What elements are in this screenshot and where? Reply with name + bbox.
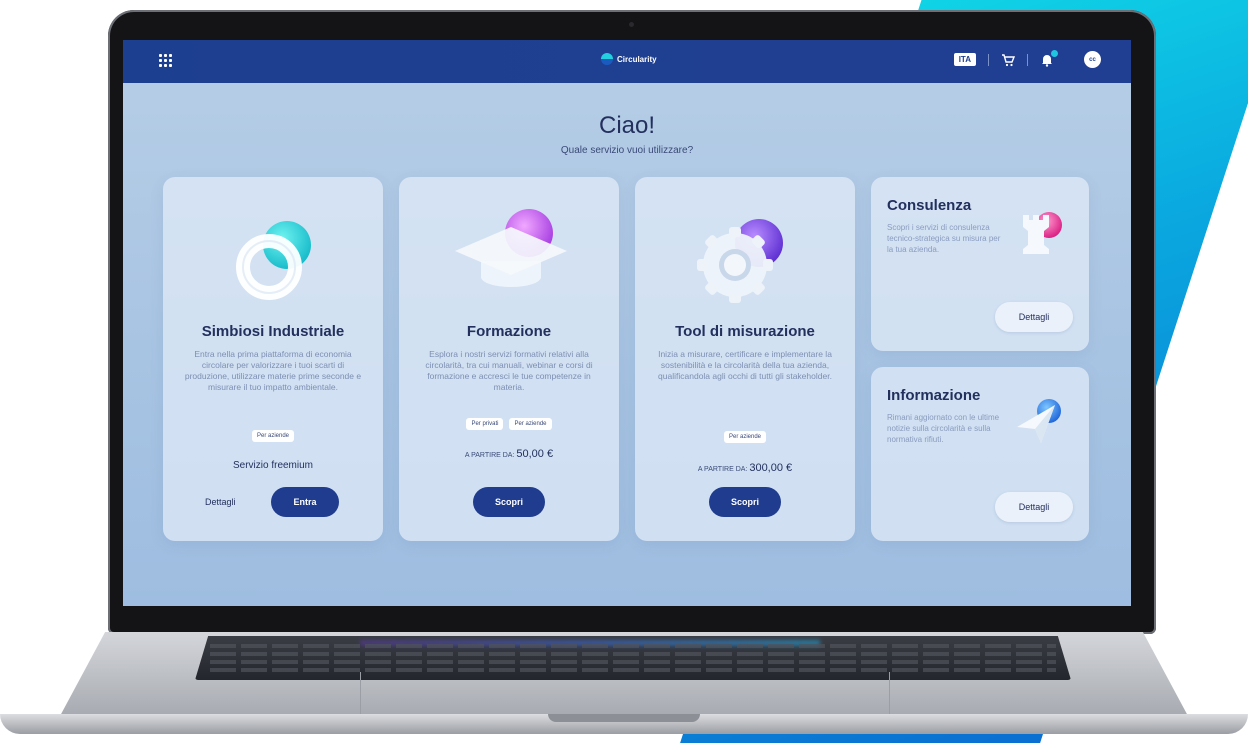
card-description: Entra nella prima piattaforma di economi… xyxy=(184,349,362,392)
stage: Circularity ITA cc Ciao! Quale servizio … xyxy=(0,0,1248,743)
discover-button[interactable]: Scopri xyxy=(473,487,545,517)
service-note: Servizio freemium xyxy=(232,460,314,471)
paper-plane-icon xyxy=(1017,399,1061,443)
chess-rook-icon xyxy=(1023,212,1062,254)
price-value: 300,00 € xyxy=(749,462,793,474)
tag-chip: Per aziende xyxy=(251,430,295,442)
bell-icon[interactable] xyxy=(1040,49,1058,67)
card-description: Esplora i nostri servizi formativi relat… xyxy=(425,349,593,392)
service-card-formazione: Formazione Esplora i nostri servizi form… xyxy=(399,177,619,541)
details-link[interactable]: Dettagli xyxy=(205,497,236,507)
gear-icon xyxy=(697,219,783,303)
price-prefix: A PARTIRE DA: xyxy=(464,452,515,459)
top-bar: Circularity ITA cc xyxy=(123,40,1131,83)
laptop-screen: Circularity ITA cc Ciao! Quale servizio … xyxy=(123,40,1131,606)
details-button[interactable]: Dettagli xyxy=(995,492,1073,522)
brand[interactable]: Circularity xyxy=(601,53,657,65)
price: A PARTIRE DA: 50,00 € xyxy=(399,448,619,460)
brand-logo-icon xyxy=(601,53,613,65)
tag-list: Per aziende xyxy=(163,430,383,442)
divider xyxy=(1027,53,1028,66)
brand-name: Circularity xyxy=(617,54,657,64)
tag-chip: Per aziende xyxy=(723,431,767,443)
card-title: Consulenza xyxy=(887,197,972,214)
page-subtitle: Quale servizio vuoi utilizzare? xyxy=(560,145,694,156)
divider xyxy=(988,53,989,66)
discover-button[interactable]: Scopri xyxy=(709,487,781,517)
card-description: Rimani aggiornato con le ultime notizie … xyxy=(887,413,1000,444)
price: A PARTIRE DA: 300,00 € xyxy=(635,462,855,474)
top-bar-actions: ITA cc xyxy=(953,49,1101,68)
cart-icon[interactable] xyxy=(1001,53,1016,67)
card-description: Inizia a misurare, certificare e impleme… xyxy=(658,349,832,381)
card-title: Simbiosi Industriale xyxy=(201,323,345,340)
apps-grid-icon[interactable] xyxy=(159,54,175,70)
avatar[interactable]: cc xyxy=(1084,51,1101,68)
graduation-cap-icon xyxy=(455,209,567,287)
notification-badge xyxy=(1051,49,1058,57)
key-row xyxy=(210,644,1056,648)
side-card-consulenza: Consulenza Scopri i servizi di consulenz… xyxy=(871,177,1089,351)
price-value: 50,00 € xyxy=(516,448,554,460)
page-title: Ciao! xyxy=(598,112,656,139)
laptop-base xyxy=(0,632,1248,743)
laptop-notch xyxy=(548,714,700,722)
laptop-camera xyxy=(629,22,634,27)
details-button[interactable]: Dettagli xyxy=(995,302,1073,332)
card-title: Informazione xyxy=(887,387,981,404)
trackpad xyxy=(360,672,890,716)
service-card-simbiosi: Simbiosi Industriale Entra nella prima p… xyxy=(163,177,383,541)
tag-list: Per privati Per aziende xyxy=(399,418,619,430)
tag-chip: Per aziende xyxy=(509,418,552,430)
tag-chip: Per privati xyxy=(466,418,504,430)
language-selector[interactable]: ITA xyxy=(953,53,976,66)
card-description: Scopri i servizi di consulenza tecnico-s… xyxy=(887,223,1001,254)
card-title: Formazione xyxy=(466,323,552,340)
tag-list: Per aziende xyxy=(635,431,855,443)
ring-icon xyxy=(236,221,311,300)
card-title: Tool di misurazione xyxy=(675,323,815,340)
side-card-informazione: Informazione Rimani aggiornato con le ul… xyxy=(871,367,1089,541)
price-prefix: A PARTIRE DA: xyxy=(697,466,748,473)
enter-button[interactable]: Entra xyxy=(271,487,339,517)
key-row xyxy=(210,660,1056,664)
service-card-tool: Tool di misurazione Inizia a misurare, c… xyxy=(635,177,855,541)
key-row xyxy=(210,652,1056,656)
